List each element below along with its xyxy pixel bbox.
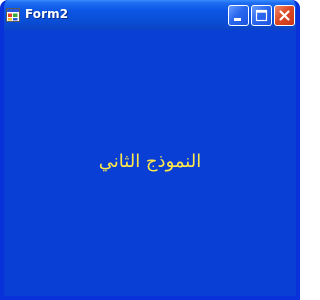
- form-client-area: النموذج الثاني: [4, 30, 296, 296]
- form-app-icon[interactable]: [6, 8, 20, 22]
- minimize-icon: [234, 18, 241, 21]
- maximize-button[interactable]: [251, 5, 272, 26]
- form-label: النموذج الثاني: [98, 151, 202, 172]
- close-button[interactable]: [274, 5, 295, 26]
- window-title: Form2: [25, 7, 69, 21]
- close-icon: [279, 10, 290, 21]
- title-bar[interactable]: Form2: [4, 0, 296, 30]
- minimize-button[interactable]: [228, 5, 249, 26]
- maximize-icon: [255, 9, 268, 22]
- form2-window: Form2 النموذج الثاني: [0, 0, 300, 300]
